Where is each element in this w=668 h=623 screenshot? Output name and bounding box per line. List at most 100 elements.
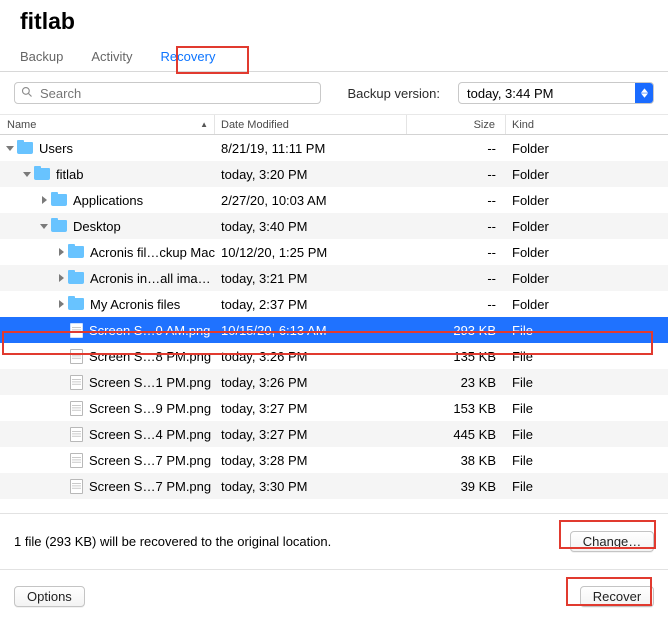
row-size: -- — [407, 193, 506, 208]
row-name: Screen S…7 PM.png — [89, 453, 211, 468]
file-row[interactable]: Screen S…7 PM.pngtoday, 3:28 PM38 KBFile — [0, 447, 668, 473]
row-name: Screen S…0 AM.png — [89, 323, 210, 338]
row-date: today, 3:26 PM — [215, 375, 407, 390]
disclosure-triangle-icon[interactable] — [6, 146, 14, 151]
change-button[interactable]: Change… — [570, 531, 654, 552]
row-date: 8/21/19, 11:11 PM — [215, 141, 407, 156]
row-kind: File — [506, 479, 668, 494]
row-date: today, 3:21 PM — [215, 271, 407, 286]
row-name: My Acronis files — [90, 297, 180, 312]
folder-icon — [51, 194, 67, 206]
folder-icon — [34, 168, 50, 180]
folder-row[interactable]: Users8/21/19, 11:11 PM--Folder — [0, 135, 668, 161]
folder-row[interactable]: Acronis fil…ckup Mac10/12/20, 1:25 PM--F… — [0, 239, 668, 265]
row-size: -- — [407, 271, 506, 286]
search-icon — [21, 86, 38, 101]
window-title: fitlab — [0, 0, 668, 43]
file-row[interactable]: Screen S…7 PM.png today, 3:30 PM39 KBFile — [0, 473, 668, 499]
stepper-icon — [635, 83, 653, 103]
row-kind: File — [506, 427, 668, 442]
row-size: 135 KB — [407, 349, 506, 364]
row-size: 39 KB — [407, 479, 506, 494]
row-size: 293 KB — [407, 323, 506, 338]
row-size: -- — [407, 219, 506, 234]
row-size: -- — [407, 141, 506, 156]
disclosure-triangle-icon[interactable] — [59, 248, 64, 256]
row-kind: File — [506, 323, 668, 338]
file-icon — [70, 427, 83, 442]
row-kind: Folder — [506, 271, 668, 286]
row-name: Screen S…8 PM.png — [89, 349, 211, 364]
tab-backup[interactable]: Backup — [20, 43, 63, 71]
row-date: today, 3:30 PM — [215, 479, 407, 494]
folder-row[interactable]: fitlabtoday, 3:20 PM--Folder — [0, 161, 668, 187]
file-icon — [70, 401, 83, 416]
disclosure-triangle-icon[interactable] — [42, 196, 47, 204]
row-date: today, 3:27 PM — [215, 401, 407, 416]
row-size: 153 KB — [407, 401, 506, 416]
row-size: -- — [407, 167, 506, 182]
row-date: today, 2:37 PM — [215, 297, 407, 312]
row-size: 23 KB — [407, 375, 506, 390]
column-header-kind[interactable]: Kind — [506, 115, 668, 134]
search-input[interactable] — [38, 83, 314, 103]
file-icon — [70, 375, 83, 390]
folder-icon — [68, 298, 84, 310]
search-field[interactable] — [14, 82, 321, 104]
backup-version-value: today, 3:44 PM — [467, 86, 553, 101]
row-date: 2/27/20, 10:03 AM — [215, 193, 407, 208]
disclosure-triangle-icon[interactable] — [59, 300, 64, 308]
row-name: Screen S…7 PM.png — [89, 479, 211, 494]
folder-icon — [68, 272, 84, 284]
row-size: -- — [407, 245, 506, 260]
disclosure-triangle-icon[interactable] — [59, 274, 64, 282]
tab-recovery[interactable]: Recovery — [161, 43, 216, 71]
row-kind: Folder — [506, 193, 668, 208]
recover-button[interactable]: Recover — [580, 586, 654, 607]
file-row[interactable]: Screen S…0 AM.png 10/15/20, 6:13 AM293 KB… — [0, 317, 668, 343]
file-row[interactable]: Screen S…4 PM.png today, 3:27 PM445 KBFil… — [0, 421, 668, 447]
folder-row[interactable]: Acronis in…all imagestoday, 3:21 PM--Fol… — [0, 265, 668, 291]
file-row[interactable]: Screen S…9 PM.png today, 3:27 PM153 KBFil… — [0, 395, 668, 421]
row-name: Acronis fil…ckup Mac — [90, 245, 215, 260]
row-kind: File — [506, 349, 668, 364]
column-header-size[interactable]: Size — [407, 115, 506, 134]
file-icon — [70, 349, 83, 364]
disclosure-triangle-icon[interactable] — [40, 224, 48, 229]
tab-activity[interactable]: Activity — [91, 43, 132, 71]
column-header-date[interactable]: Date Modified — [215, 115, 407, 134]
row-date: today, 3:40 PM — [215, 219, 407, 234]
file-icon — [70, 323, 83, 338]
row-kind: Folder — [506, 245, 668, 260]
row-size: 445 KB — [407, 427, 506, 442]
backup-version-label: Backup version: — [348, 86, 441, 101]
row-name: Screen S…9 PM.png — [89, 401, 211, 416]
row-date: today, 3:20 PM — [215, 167, 407, 182]
row-name: Desktop — [73, 219, 121, 234]
row-size: 38 KB — [407, 453, 506, 468]
column-headers: Name ▲ Date Modified Size Kind — [0, 115, 668, 135]
file-row[interactable]: Screen S…8 PM.pngtoday, 3:26 PM135 KBFil… — [0, 343, 668, 369]
column-header-name[interactable]: Name ▲ — [0, 115, 215, 134]
row-name: Screen S…4 PM.png — [89, 427, 211, 442]
row-date: today, 3:28 PM — [215, 453, 407, 468]
toolbar: Backup version: today, 3:44 PM — [0, 72, 668, 115]
row-kind: Folder — [506, 141, 668, 156]
folder-row[interactable]: Desktoptoday, 3:40 PM--Folder — [0, 213, 668, 239]
folder-icon — [68, 246, 84, 258]
row-date: today, 3:27 PM — [215, 427, 407, 442]
row-kind: File — [506, 401, 668, 416]
row-kind: File — [506, 375, 668, 390]
disclosure-triangle-icon[interactable] — [23, 172, 31, 177]
action-bar: Options Recover — [0, 569, 668, 623]
row-date: 10/15/20, 6:13 AM — [215, 323, 407, 338]
options-button[interactable]: Options — [14, 586, 85, 607]
file-icon — [70, 479, 83, 494]
folder-row[interactable]: Applications2/27/20, 10:03 AM--Folder — [0, 187, 668, 213]
status-text: 1 file (293 KB) will be recovered to the… — [14, 534, 331, 549]
folder-row[interactable]: My Acronis filestoday, 2:37 PM--Folder — [0, 291, 668, 317]
file-row[interactable]: Screen S…1 PM.pngtoday, 3:26 PM23 KBFile — [0, 369, 668, 395]
row-name: Acronis in…all images — [90, 271, 215, 286]
file-icon — [70, 453, 83, 468]
backup-version-select[interactable]: today, 3:44 PM — [458, 82, 654, 104]
